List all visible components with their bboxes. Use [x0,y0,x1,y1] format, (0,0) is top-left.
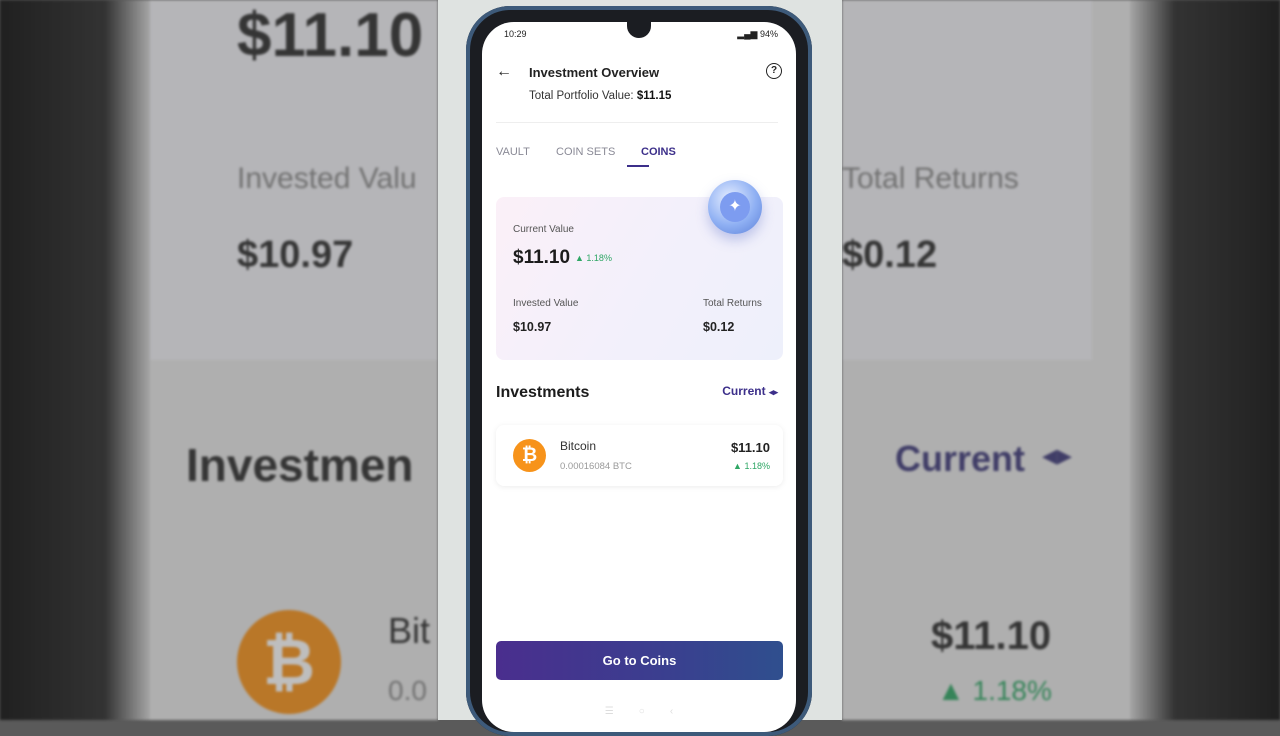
battery-level: 94% [759,29,778,39]
investments-title: Investments [496,384,590,401]
coin-name: Bitcoin [560,439,597,453]
sort-label: Current [722,384,766,398]
portfolio-value: Total Portfolio Value: $11.15 [529,90,671,102]
menu-nav-icon[interactable]: ☰ [605,706,614,717]
portfolio-amount: $11.15 [636,90,672,102]
tab-vault[interactable]: VAULT [496,146,530,158]
page-title: Investment Overview [529,65,660,80]
android-nav-bar: ☰ ○ ‹ [482,706,796,726]
invested-value-label: Invested Value [513,298,579,309]
sort-arrows-icon: ◂▸ [768,387,778,397]
current-value: $11.10 [513,247,571,268]
active-tab-indicator [627,165,649,167]
camera-notch [627,22,651,38]
total-returns-value: $0.12 [703,320,735,334]
total-returns-label: Total Returns [703,298,762,309]
background-zoom-left: $11.10 Invested Valu $10.97 Investmen ₿ … [0,0,438,720]
back-arrow-icon[interactable]: ← [496,62,516,82]
portfolio-label: Total Portfolio Value: [529,90,634,102]
coin-quantity: 0.00016084 BTC [560,461,632,472]
phone-screen: 10:29 ▂▄▆ 94% ← Investment Overview ? To… [482,22,796,732]
signal-icon: ▂▄▆ [737,29,758,39]
bitcoin-icon: ₿ [513,439,546,472]
coin-value: $11.10 [730,440,770,455]
coin-illustration-icon: ✦ [708,180,762,234]
back-nav-icon[interactable]: ‹ [670,706,673,717]
header-divider [496,122,778,123]
help-icon[interactable]: ? [766,63,782,79]
coin-change-text: 1.18% [744,461,770,471]
current-value-label: Current Value [513,224,574,235]
go-to-coins-button[interactable]: Go to Coins [496,641,783,680]
coin-change: ▲ 1.18% [733,461,770,471]
tab-coins[interactable]: COINS [641,146,676,158]
background-zoom-right: Total Returns $0.12 Current ◂▸ $11.10 ▲ … [842,0,1280,720]
home-nav-icon[interactable]: ○ [639,706,645,717]
status-right: ▂▄▆ 94% [737,29,778,40]
invested-value: $10.97 [513,320,552,334]
current-change-text: 1.18% [586,253,612,263]
status-time: 10:29 [504,29,527,39]
sort-toggle[interactable]: Current ◂▸ [722,384,778,398]
investment-row-bitcoin[interactable]: ₿ Bitcoin 0.00016084 BTC $11.10 ▲ 1.18% [496,425,783,486]
tab-coin-sets[interactable]: COIN SETS [556,146,615,158]
current-change: ▲ 1.18% [575,253,612,263]
